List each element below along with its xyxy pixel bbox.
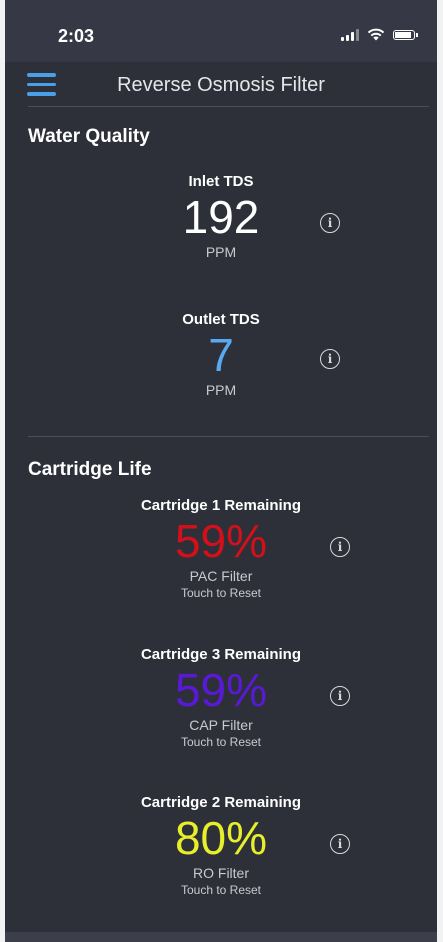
cartridge-3-reset-hint[interactable]: Touch to Reset bbox=[5, 735, 437, 749]
inlet-info-icon[interactable]: i bbox=[320, 213, 340, 233]
cartridge-2-info-icon[interactable]: i bbox=[330, 834, 350, 854]
header-divider bbox=[28, 106, 429, 107]
cartridge-life-heading: Cartridge Life bbox=[28, 459, 152, 480]
wifi-icon bbox=[367, 28, 385, 41]
outlet-tds-unit: PPM bbox=[205, 382, 237, 398]
cartridge-1-percent: 59% bbox=[174, 515, 268, 567]
cartridge-3-card[interactable]: Cartridge 3 Remaining 59% CAP Filter Tou… bbox=[5, 646, 437, 749]
water-quality-heading: Water Quality bbox=[28, 126, 150, 147]
section-divider bbox=[28, 436, 429, 437]
inlet-tds-label: Inlet TDS bbox=[188, 173, 254, 190]
outlet-tds-label: Outlet TDS bbox=[182, 311, 260, 328]
inlet-tds-metric: Inlet TDS 192 PPM bbox=[5, 173, 437, 260]
cartridge-2-card[interactable]: Cartridge 2 Remaining 80% RO Filter Touc… bbox=[5, 794, 437, 897]
cartridge-2-label: Cartridge 2 Remaining bbox=[140, 794, 302, 811]
cartridge-3-filter: CAP Filter bbox=[189, 717, 253, 733]
inlet-tds-unit: PPM bbox=[205, 244, 237, 260]
signal-icon bbox=[341, 28, 359, 41]
battery-icon bbox=[393, 29, 418, 40]
cartridge-2-filter: RO Filter bbox=[193, 865, 249, 881]
outlet-tds-metric: Outlet TDS 7 PPM bbox=[5, 311, 437, 398]
status-icons bbox=[341, 28, 418, 41]
cartridge-3-percent: 59% bbox=[174, 664, 268, 716]
cartridge-2-reset-hint[interactable]: Touch to Reset bbox=[5, 883, 437, 897]
cartridge-2-percent: 80% bbox=[174, 812, 268, 864]
inlet-tds-value: 192 bbox=[182, 191, 260, 243]
cartridge-1-label: Cartridge 1 Remaining bbox=[140, 497, 302, 514]
bottom-bar bbox=[5, 932, 437, 942]
status-bar: 2:03 bbox=[5, 0, 437, 62]
cartridge-1-info-icon[interactable]: i bbox=[330, 537, 350, 557]
app-header: Reverse Osmosis Filter bbox=[5, 62, 437, 107]
outlet-info-icon[interactable]: i bbox=[320, 349, 340, 369]
page-title: Reverse Osmosis Filter bbox=[117, 74, 325, 96]
app-screen: 2:03 Reverse Osmosis Filter Water Qualit… bbox=[5, 0, 437, 942]
cartridge-1-card[interactable]: Cartridge 1 Remaining 59% PAC Filter Tou… bbox=[5, 497, 437, 600]
status-time: 2:03 bbox=[58, 26, 95, 46]
cartridge-1-reset-hint[interactable]: Touch to Reset bbox=[5, 586, 437, 600]
cartridge-3-info-icon[interactable]: i bbox=[330, 686, 350, 706]
outlet-tds-value: 7 bbox=[208, 329, 234, 381]
cartridge-3-label: Cartridge 3 Remaining bbox=[140, 646, 302, 663]
cartridge-1-filter: PAC Filter bbox=[189, 568, 253, 584]
